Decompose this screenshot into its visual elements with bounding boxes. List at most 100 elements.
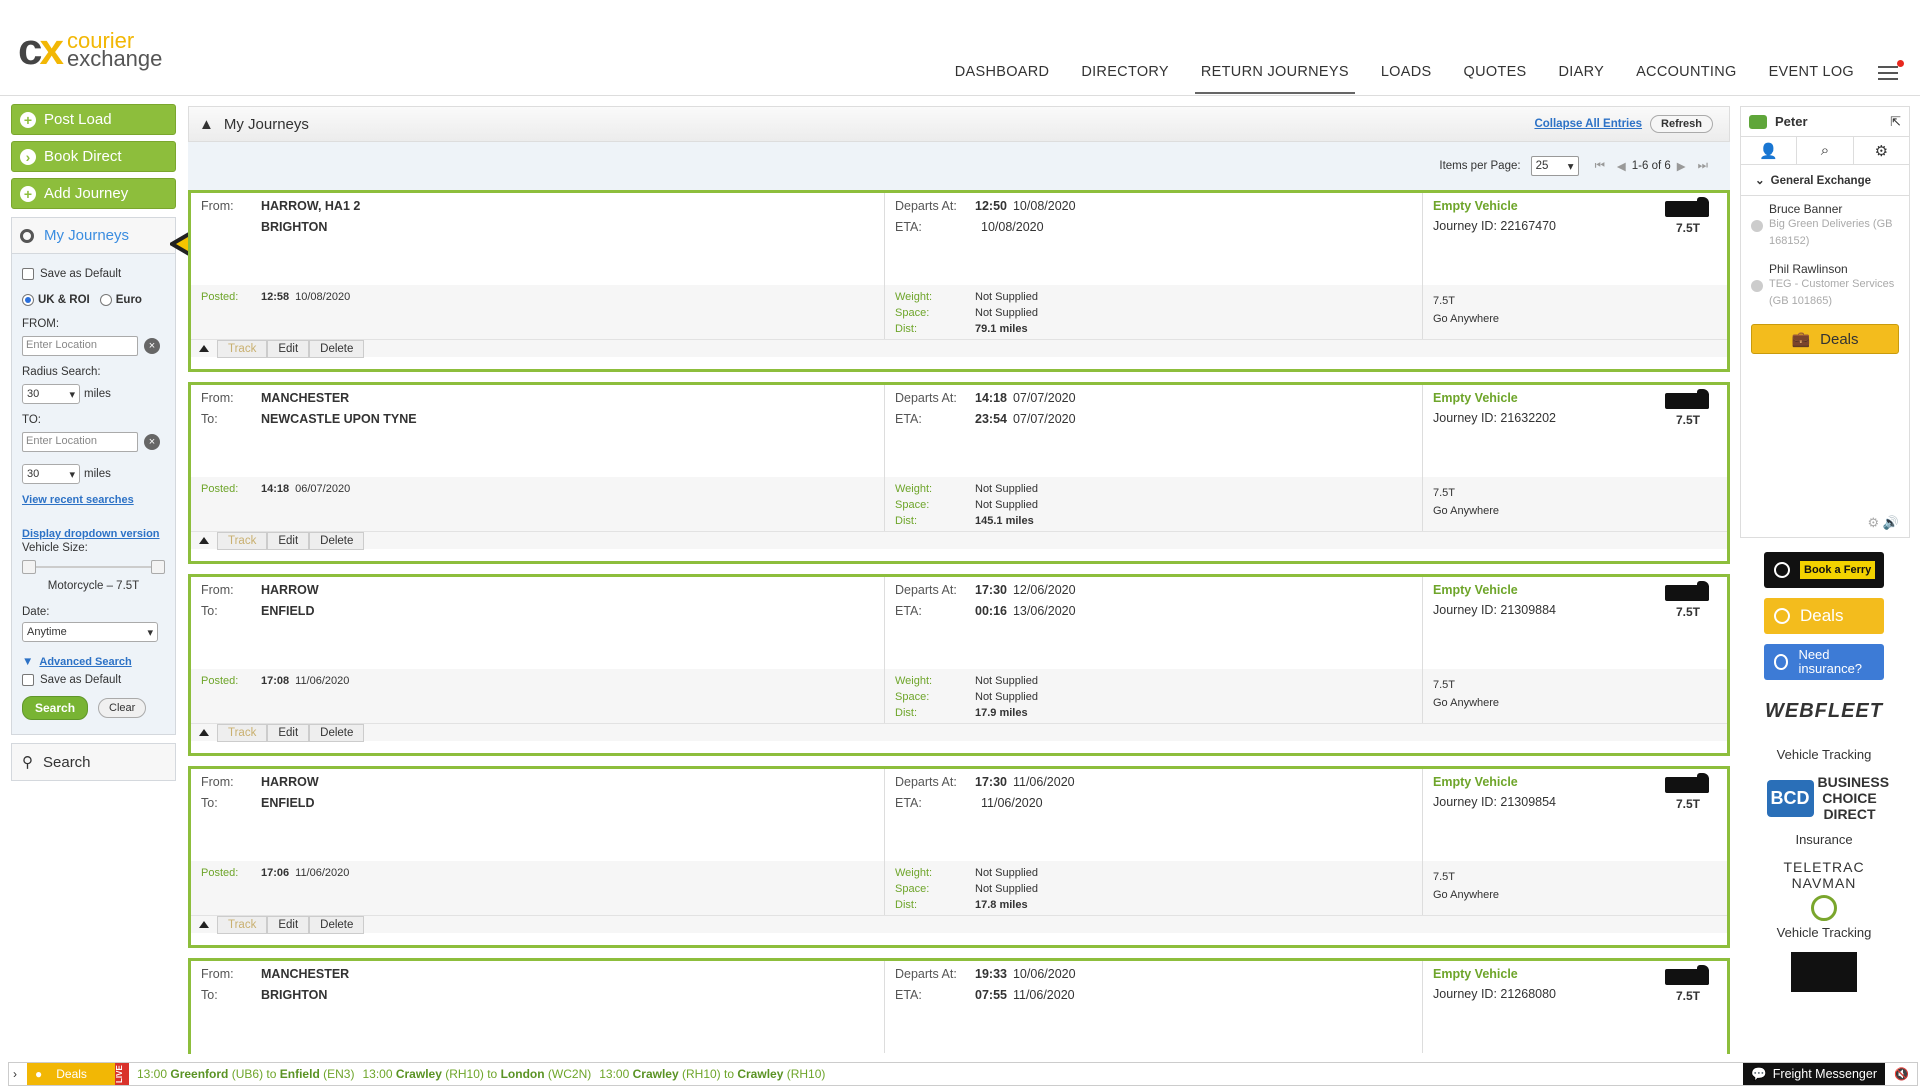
track-button[interactable]: Track	[217, 723, 268, 742]
collapse-all-link[interactable]: Collapse All Entries	[1534, 118, 1642, 130]
ticker-item[interactable]: 13:00 Crawley (RH10) to Crawley (RH10)	[599, 1067, 825, 1081]
popout-icon[interactable]: ⇱	[1890, 114, 1901, 130]
journey-card[interactable]: From: HARROW, HA1 2 BRIGHTON Departs At: 1…	[188, 190, 1730, 372]
page-range: 1-6 of 6	[1631, 160, 1671, 172]
delete-button[interactable]: Delete	[309, 723, 365, 742]
date-select[interactable]: Anytime ▾	[22, 622, 158, 642]
book-ferry-ad[interactable]: Book a Ferry	[1764, 552, 1884, 588]
nav-return-journeys[interactable]: RETURN JOURNEYS	[1194, 64, 1355, 94]
chat-contact[interactable]: Bruce Banner Big Green Deliveries (GB 168…	[1741, 196, 1909, 256]
nav-directory[interactable]: DIRECTORY	[1075, 64, 1175, 94]
nav-diary[interactable]: DIARY	[1553, 64, 1611, 94]
to-input[interactable]: Enter Location	[22, 432, 138, 452]
nav-accounting[interactable]: ACCOUNTING	[1630, 64, 1742, 94]
save-default-checkbox[interactable]	[22, 268, 34, 280]
track-button[interactable]: Track	[217, 915, 268, 934]
ticker-item[interactable]: 13:00 Greenford (UB6) to Enfield (EN3)	[137, 1067, 354, 1081]
deals-button[interactable]: 💼 Deals	[1751, 324, 1899, 354]
slider-max-handle[interactable]	[151, 560, 165, 574]
search-icon[interactable]: ⌕	[1797, 137, 1854, 164]
delete-button[interactable]: Delete	[309, 339, 365, 358]
uk-roi-radio[interactable]	[22, 294, 34, 306]
deals-ad[interactable]: Deals	[1764, 598, 1884, 634]
vehicle-size: 7.5T	[1675, 413, 1700, 427]
plus-icon: +	[20, 185, 36, 202]
clear-button[interactable]: Clear	[98, 698, 147, 718]
teletrac-ad[interactable]: TELETRAC NAVMAN Vehicle Tracking	[1764, 859, 1884, 940]
euro-radio[interactable]	[99, 294, 112, 306]
from-input[interactable]: Enter Location	[22, 336, 138, 356]
search-button[interactable]: Search	[22, 696, 89, 720]
to-radius-select[interactable]: 30 ▾	[22, 464, 80, 484]
ticker-deals-button[interactable]: ● Deals	[27, 1063, 115, 1085]
search-panel-header[interactable]: ⚲ Search	[11, 743, 176, 781]
collapse-arrow-icon[interactable]	[199, 729, 209, 736]
collapse-arrow-icon[interactable]	[199, 345, 209, 352]
last-page-icon[interactable]: ⏭	[1698, 160, 1708, 173]
refresh-button[interactable]: Refresh	[1650, 115, 1713, 133]
journey-card[interactable]: From: MANCHESTER To: NEWCASTLE UPON TYNE D…	[188, 382, 1730, 564]
chat-group[interactable]: ⌄ General Exchange	[1741, 165, 1909, 196]
track-button[interactable]: Track	[217, 339, 268, 358]
nav-dashboard[interactable]: DASHBOARD	[949, 64, 1056, 94]
prev-page-icon[interactable]: ◀	[1617, 159, 1626, 173]
volume-icon[interactable]: 🔊	[1883, 515, 1899, 530]
from-label: FROM:	[22, 318, 60, 330]
first-page-icon[interactable]: ⏮	[1595, 160, 1605, 173]
chat-contact[interactable]: Phil Rawlinson TEG - Customer Services (G…	[1741, 256, 1909, 316]
ticker-item[interactable]: 13:00 Crawley (RH10) to London (WC2N)	[362, 1067, 591, 1081]
collapse-arrow-icon[interactable]	[199, 921, 209, 928]
settings-icon[interactable]: ⚙	[1868, 515, 1880, 530]
chevron-right-icon[interactable]: ›	[13, 1067, 17, 1081]
slider-min-handle[interactable]	[22, 560, 36, 574]
space-value: Not Supplied	[975, 499, 1038, 511]
dropdown-version-link[interactable]: Display dropdown version	[22, 528, 165, 540]
nav-quotes[interactable]: QUOTES	[1457, 64, 1532, 94]
radius-label: Radius Search:	[22, 366, 101, 378]
insurance-ad[interactable]: Need insurance?	[1764, 644, 1884, 680]
mute-icon[interactable]: 🔇	[1894, 1067, 1909, 1081]
edit-button[interactable]: Edit	[267, 915, 310, 934]
recent-searches-link[interactable]: View recent searches	[22, 494, 165, 506]
search-panel-label: Search	[43, 753, 91, 771]
clear-to-icon[interactable]: ×	[144, 434, 160, 450]
delete-button[interactable]: Delete	[309, 915, 365, 934]
add-journey-button[interactable]: + Add Journey	[11, 178, 176, 209]
next-page-icon[interactable]: ▶	[1677, 159, 1686, 173]
edit-button[interactable]: Edit	[267, 531, 310, 550]
journey-from: MANCHESTER	[261, 391, 350, 405]
post-load-label: Post Load	[44, 111, 112, 128]
space-label: Space:	[895, 307, 930, 319]
per-page-select[interactable]: 25 ▾	[1530, 156, 1579, 176]
truck-ad[interactable]	[1791, 952, 1857, 992]
edit-button[interactable]: Edit	[267, 339, 310, 358]
radius-select[interactable]: 30 ▾	[22, 384, 80, 404]
settings-icon[interactable]: ⚙	[1854, 137, 1909, 164]
clear-from-icon[interactable]: ×	[144, 338, 160, 354]
journey-card[interactable]: From: MANCHESTER To: BRIGHTON Departs At: 1…	[188, 958, 1730, 1054]
webfleet-ad[interactable]: WEBFLEET Vehicle Tracking	[1764, 700, 1884, 762]
hamburger-menu-icon[interactable]	[1878, 60, 1904, 84]
book-direct-button[interactable]: › Book Direct	[11, 141, 176, 172]
edit-button[interactable]: Edit	[267, 723, 310, 742]
logo[interactable]: cx courier exchange	[18, 28, 162, 72]
post-load-button[interactable]: + Post Load	[11, 104, 176, 135]
nav-event-log[interactable]: EVENT LOG	[1763, 64, 1860, 94]
vehicle-size-slider[interactable]	[22, 560, 165, 574]
track-button[interactable]: Track	[217, 531, 268, 550]
chat-user: Peter	[1775, 114, 1808, 129]
journey-card[interactable]: From: HARROW To: ENFIELD Departs At: 17:30 1…	[188, 766, 1730, 948]
collapse-arrow-icon[interactable]	[199, 537, 209, 544]
my-journeys-header[interactable]: My Journeys	[12, 218, 175, 254]
dist-value: 79.1 miles	[975, 323, 1028, 335]
pager: Items per Page: 25 ▾ ⏮ ◀ 1-6 of 6 ▶ ⏭	[188, 142, 1730, 190]
journey-to: BRIGHTON	[261, 988, 328, 1002]
save-default-checkbox-2[interactable]	[22, 674, 34, 686]
add-contact-icon[interactable]: 👤	[1741, 137, 1798, 164]
bcd-ad[interactable]: BCD BUSINESS CHOICE DIRECT Insurance	[1764, 774, 1889, 847]
delete-button[interactable]: Delete	[309, 531, 365, 550]
advanced-search-link[interactable]: Advanced Search	[39, 656, 131, 668]
nav-loads[interactable]: LOADS	[1375, 64, 1438, 94]
journey-card[interactable]: From: HARROW To: ENFIELD Departs At: 17:30 1…	[188, 574, 1730, 756]
freight-messenger-button[interactable]: 💬 Freight Messenger	[1743, 1063, 1885, 1085]
